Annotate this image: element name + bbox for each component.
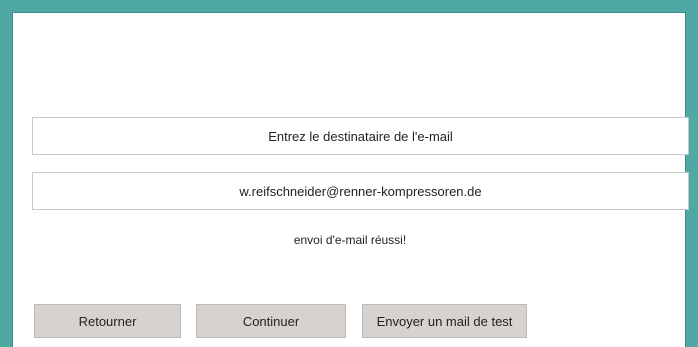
back-button[interactable]: Retourner [34,304,181,338]
status-message: envoi d'e-mail réussi! [293,233,407,247]
continue-button[interactable]: Continuer [196,304,346,338]
email-dialog: Entrez le destinataire de l'e-mail envoi… [12,12,689,347]
recipient-email-input[interactable] [32,172,689,210]
send-test-mail-button[interactable]: Envoyer un mail de test [362,304,527,338]
recipient-label: Entrez le destinataire de l'e-mail [32,117,689,155]
